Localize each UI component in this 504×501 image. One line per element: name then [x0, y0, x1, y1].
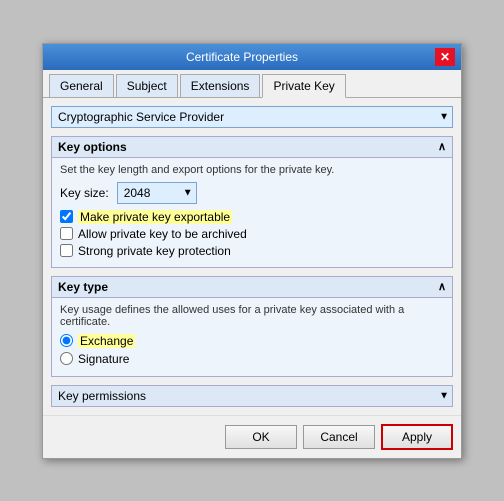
key-size-row: Key size: 2048 512 1024 4096 ▼: [60, 182, 444, 204]
key-options-header: Key options ∧: [52, 137, 452, 158]
key-options-chevron[interactable]: ∧: [438, 140, 446, 153]
close-button[interactable]: ✕: [435, 48, 455, 66]
key-options-description: Set the key length and export options fo…: [60, 164, 444, 176]
key-permissions-select[interactable]: Key permissions: [51, 385, 453, 407]
radio-signature-row: Signature: [60, 352, 444, 366]
csp-select[interactable]: Cryptographic Service Provider: [51, 106, 453, 128]
checkbox-protection-label: Strong private key protection: [78, 244, 231, 258]
radio-exchange-label[interactable]: Exchange: [78, 334, 135, 348]
checkbox-archive[interactable]: [60, 227, 73, 240]
checkbox-exportable-label[interactable]: Make private key exportable: [78, 210, 232, 224]
radio-exchange-row: Exchange: [60, 334, 444, 348]
certificate-properties-dialog: Certificate Properties ✕ General Subject…: [42, 43, 462, 459]
key-type-header: Key type ∧: [52, 277, 452, 298]
radio-signature[interactable]: [60, 352, 73, 365]
key-type-content: Key usage defines the allowed uses for a…: [52, 298, 452, 376]
key-options-content: Set the key length and export options fo…: [52, 158, 452, 267]
checkbox-protection[interactable]: [60, 244, 73, 257]
key-size-dropdown-container: 2048 512 1024 4096 ▼: [117, 182, 197, 204]
checkbox-archive-label: Allow private key to be archived: [78, 227, 247, 241]
key-options-title: Key options: [58, 140, 127, 154]
tabs-bar: General Subject Extensions Private Key: [43, 70, 461, 98]
checkbox-exportable-row: Make private key exportable: [60, 210, 444, 224]
cancel-button[interactable]: Cancel: [303, 425, 375, 449]
key-type-section: Key type ∧ Key usage defines the allowed…: [51, 276, 453, 377]
key-size-select[interactable]: 2048 512 1024 4096: [117, 182, 197, 204]
key-size-label: Key size:: [60, 186, 109, 200]
apply-button[interactable]: Apply: [381, 424, 453, 450]
radio-signature-label: Signature: [78, 352, 129, 366]
title-bar: Certificate Properties ✕: [43, 44, 461, 70]
key-type-description: Key usage defines the allowed uses for a…: [60, 304, 444, 328]
key-type-title: Key type: [58, 280, 108, 294]
key-type-chevron[interactable]: ∧: [438, 280, 446, 293]
dialog-title: Certificate Properties: [49, 50, 435, 64]
checkbox-protection-row: Strong private key protection: [60, 244, 444, 258]
button-row: OK Cancel Apply: [43, 415, 461, 458]
tab-extensions[interactable]: Extensions: [180, 74, 261, 97]
key-options-section: Key options ∧ Set the key length and exp…: [51, 136, 453, 268]
radio-exchange[interactable]: [60, 334, 73, 347]
csp-dropdown-container: Cryptographic Service Provider ▼: [51, 106, 453, 128]
checkbox-archive-row: Allow private key to be archived: [60, 227, 444, 241]
csp-dropdown-row: Cryptographic Service Provider ▼: [51, 106, 453, 128]
tab-general[interactable]: General: [49, 74, 114, 97]
checkbox-exportable[interactable]: [60, 210, 73, 223]
tab-subject[interactable]: Subject: [116, 74, 178, 97]
dialog-content: Cryptographic Service Provider ▼ Key opt…: [43, 98, 461, 415]
ok-button[interactable]: OK: [225, 425, 297, 449]
key-permissions-dropdown-container: Key permissions ▼: [51, 385, 453, 407]
tab-private-key[interactable]: Private Key: [262, 74, 345, 98]
